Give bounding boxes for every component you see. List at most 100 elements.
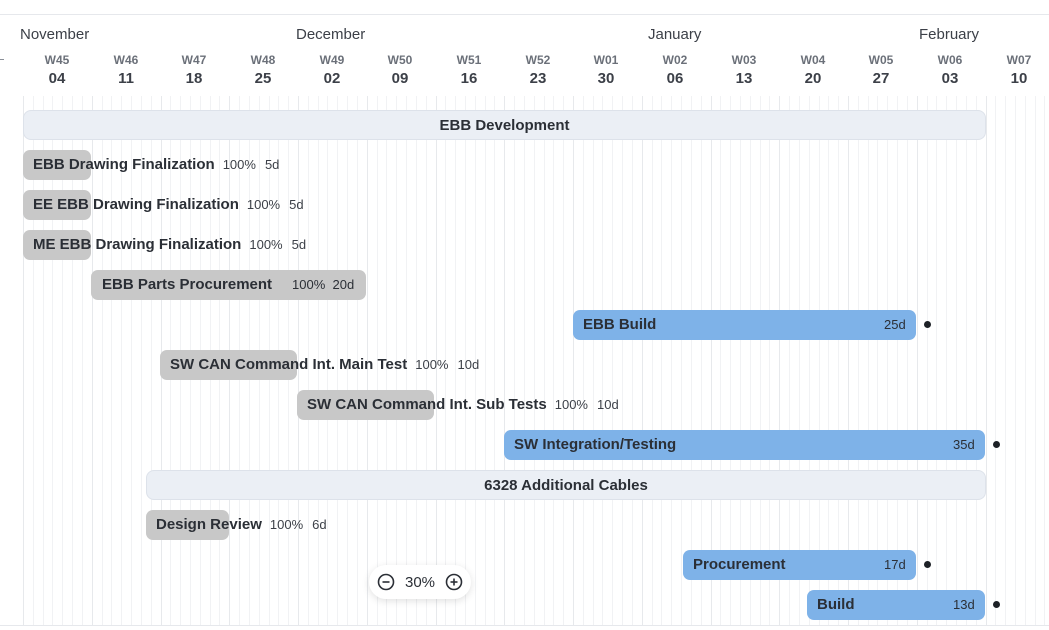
dependency-dot[interactable] bbox=[924, 561, 931, 568]
week-label: W07 bbox=[1006, 53, 1032, 67]
timeline-edge-tick bbox=[0, 59, 4, 60]
grid-line bbox=[995, 96, 996, 625]
grid-line bbox=[622, 96, 623, 625]
grid-line bbox=[681, 96, 682, 625]
grid-line bbox=[946, 96, 947, 625]
grid-line bbox=[838, 96, 839, 625]
grid-line bbox=[612, 96, 613, 625]
zoom-in-icon[interactable] bbox=[443, 571, 465, 593]
dependency-dot[interactable] bbox=[924, 321, 931, 328]
group-bar-additional-cables[interactable]: 6328 Additional Cables bbox=[146, 470, 986, 500]
grid-line bbox=[701, 96, 702, 625]
task-progress: 100% bbox=[249, 237, 283, 252]
header-top-divider bbox=[0, 14, 1049, 15]
week-label: W46 bbox=[113, 53, 139, 67]
week-label: W05 bbox=[868, 53, 894, 67]
grid-line bbox=[524, 96, 525, 625]
task-row-label: EBB Build bbox=[583, 310, 656, 340]
zoom-out-icon[interactable] bbox=[375, 571, 397, 593]
grid-line bbox=[799, 96, 800, 625]
task-progress: 100% bbox=[269, 517, 304, 532]
month-label: February bbox=[919, 26, 980, 43]
day-label: 11 bbox=[118, 70, 134, 87]
week-label: W06 bbox=[937, 53, 963, 67]
task-row-label: SW CAN Command Int. Sub Tests 100% 10d bbox=[307, 390, 619, 420]
day-label: 09 bbox=[391, 70, 409, 87]
grid-line bbox=[720, 96, 721, 625]
task-row-label: Procurement bbox=[693, 550, 786, 580]
task-duration: 5d bbox=[289, 197, 304, 212]
week-label: W04 bbox=[800, 53, 826, 67]
task-name: SW CAN Command Int. Sub Tests bbox=[307, 396, 547, 413]
grid-line bbox=[1044, 96, 1045, 625]
task-duration: 10d bbox=[457, 357, 480, 372]
task-row-label: EBB Parts Procurement bbox=[102, 270, 272, 300]
grid-line bbox=[887, 96, 888, 625]
task-duration: 13d bbox=[953, 597, 975, 612]
task-progress: 100% bbox=[222, 157, 256, 172]
day-label: 03 bbox=[941, 70, 959, 87]
grid-line bbox=[711, 96, 712, 625]
grid-line bbox=[828, 96, 829, 625]
week-label: W49 bbox=[319, 53, 345, 67]
task-name: SW Integration/Testing bbox=[514, 436, 677, 453]
grid-line bbox=[868, 96, 869, 625]
grid-line bbox=[986, 96, 987, 625]
day-label: 06 bbox=[666, 70, 684, 87]
task-name: Design Review bbox=[156, 516, 262, 533]
week-label: W02 bbox=[662, 53, 688, 67]
group-bar-ebb-development[interactable]: EBB Development bbox=[23, 110, 986, 140]
dependency-dot[interactable] bbox=[993, 601, 1000, 608]
grid-line bbox=[819, 96, 820, 625]
task-name: SW CAN Command Int. Main Test bbox=[170, 356, 408, 373]
week-label: W03 bbox=[731, 53, 757, 67]
grid-line bbox=[514, 96, 515, 625]
week-label: W48 bbox=[250, 53, 276, 67]
grid-line bbox=[494, 96, 495, 625]
grid-line bbox=[956, 96, 957, 625]
grid-line bbox=[602, 96, 603, 625]
task-duration: 5d bbox=[291, 237, 307, 252]
group-label: 6328 Additional Cables bbox=[484, 476, 648, 494]
task-meta-inside: 100% 20d bbox=[292, 270, 354, 300]
grid-line bbox=[652, 96, 653, 625]
task-row-label: Build bbox=[817, 590, 855, 620]
grid-line bbox=[789, 96, 790, 625]
task-progress: 100% bbox=[554, 397, 588, 412]
grid-line bbox=[534, 96, 535, 625]
grid-line bbox=[848, 96, 849, 625]
grid-line bbox=[544, 96, 545, 625]
task-duration: 6d bbox=[312, 517, 327, 532]
task-name: EE EBB Drawing Finalization bbox=[33, 196, 239, 213]
task-duration: 5d bbox=[264, 157, 280, 172]
grid-line bbox=[809, 96, 810, 625]
grid-line bbox=[661, 96, 662, 625]
day-label: 30 bbox=[597, 70, 615, 87]
grid-line bbox=[671, 96, 672, 625]
day-label: 18 bbox=[185, 70, 203, 87]
grid-line bbox=[858, 96, 859, 625]
grid-line bbox=[760, 96, 761, 625]
dependency-dot[interactable] bbox=[993, 441, 1000, 448]
month-label: November bbox=[20, 26, 90, 43]
grid-line bbox=[642, 96, 643, 625]
task-row-label: SW CAN Command Int. Main Test 100% 10d bbox=[170, 350, 479, 380]
grid-line bbox=[740, 96, 741, 625]
task-name: EBB Drawing Finalization bbox=[33, 156, 215, 173]
grid-line bbox=[573, 96, 574, 625]
grid-line bbox=[553, 96, 554, 625]
task-row-label: SW Integration/Testing bbox=[514, 430, 676, 460]
week-label: W47 bbox=[181, 53, 207, 67]
grid-line bbox=[583, 96, 584, 625]
grid-line bbox=[1025, 96, 1026, 625]
day-label: 13 bbox=[735, 70, 753, 87]
grid-line bbox=[976, 96, 977, 625]
grid-line bbox=[877, 96, 878, 625]
day-label: 23 bbox=[529, 70, 547, 87]
task-duration: 17d bbox=[884, 557, 906, 572]
week-label: W50 bbox=[387, 53, 413, 67]
task-progress: 100% bbox=[415, 357, 449, 372]
grid-line bbox=[632, 96, 633, 625]
grid-line bbox=[779, 96, 780, 625]
task-row-label: Design Review 100% 6d bbox=[156, 510, 327, 540]
